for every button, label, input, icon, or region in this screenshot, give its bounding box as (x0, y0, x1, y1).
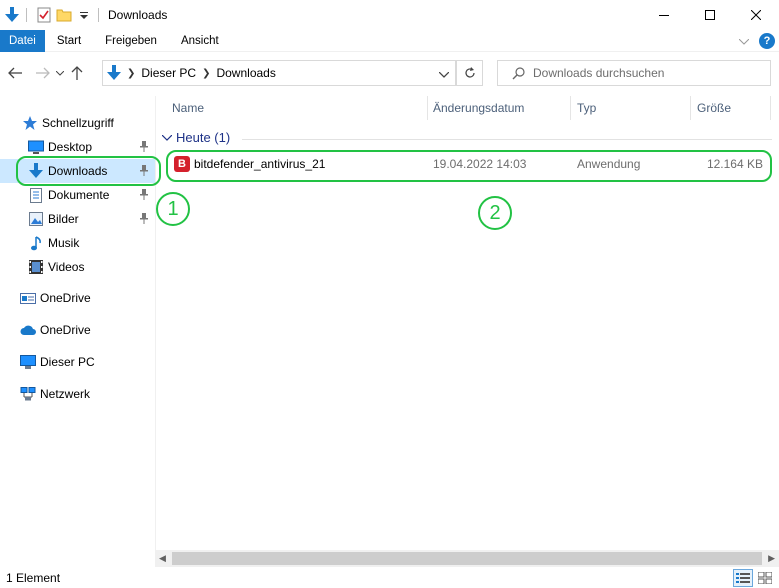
address-dropdown-icon[interactable] (438, 67, 450, 81)
sidebar-item-onedrive-1[interactable]: OneDrive (0, 286, 155, 310)
minimize-icon (659, 15, 669, 16)
status-bar: 1 Element (0, 568, 779, 588)
sidebar-item-musik[interactable]: Musik (0, 231, 155, 255)
item-count: 1 Element (6, 571, 61, 585)
back-button[interactable] (4, 62, 26, 84)
recent-locations-button[interactable] (54, 62, 66, 84)
pin-icon[interactable] (139, 140, 149, 155)
tab-start[interactable]: Start (45, 30, 93, 52)
scrollbar-thumb[interactable] (172, 552, 762, 565)
up-arrow-icon (71, 66, 83, 80)
desktop-icon (28, 139, 44, 155)
music-icon (28, 235, 44, 251)
breadcrumb-dieser-pc[interactable]: Dieser PC (141, 66, 196, 80)
maximize-icon (705, 10, 715, 20)
minimize-button[interactable] (641, 0, 687, 30)
sidebar-item-bilder[interactable]: Bilder (0, 207, 155, 231)
column-header-size[interactable]: Größe (697, 96, 731, 120)
close-button[interactable] (733, 0, 779, 30)
sidebar-item-videos[interactable]: Videos (0, 255, 155, 279)
search-placeholder: Downloads durchsuchen (533, 66, 665, 80)
details-view-button[interactable] (733, 569, 753, 587)
quick-access-toolbar: Downloads (0, 0, 167, 30)
properties-icon[interactable] (36, 7, 52, 23)
network-icon (20, 386, 36, 402)
expand-ribbon-icon[interactable] (738, 34, 750, 48)
sidebar-item-netzwerk[interactable]: Netzwerk (0, 382, 155, 406)
forward-arrow-icon (36, 67, 50, 79)
group-label: Heute (1) (176, 130, 231, 145)
forward-button[interactable] (32, 62, 54, 84)
sidebar-item-dokumente[interactable]: Dokumente (0, 183, 155, 207)
refresh-icon (464, 67, 475, 78)
pin-icon[interactable] (139, 188, 149, 203)
document-icon (28, 187, 44, 203)
onedrive-folder-icon (20, 290, 36, 306)
details-view-icon (736, 573, 750, 583)
horizontal-scrollbar[interactable]: ◀ ▶ (155, 550, 779, 567)
download-arrow-icon (4, 7, 20, 23)
tab-datei[interactable]: Datei (0, 29, 45, 52)
tab-ansicht[interactable]: Ansicht (169, 30, 231, 52)
maximize-button[interactable] (687, 0, 733, 30)
tab-freigeben[interactable]: Freigeben (93, 30, 169, 52)
column-header-type[interactable]: Typ (577, 96, 596, 120)
chevron-right-icon[interactable]: ❯ (202, 68, 210, 79)
video-icon (28, 259, 44, 275)
scroll-left-icon[interactable]: ◀ (159, 553, 166, 564)
large-icons-view-icon (758, 572, 772, 584)
chevron-down-icon (56, 70, 64, 76)
refresh-button[interactable] (456, 60, 483, 86)
annotation-highlight-file (166, 150, 772, 182)
sidebar-item-schnellzugriff[interactable]: Schnellzugriff (0, 111, 155, 135)
star-icon (22, 115, 38, 131)
column-header-name[interactable]: Name (172, 96, 204, 120)
address-bar[interactable]: ❯ Dieser PC ❯ Downloads (102, 60, 456, 86)
help-icon[interactable]: ? (759, 33, 775, 49)
chevron-down-icon (162, 134, 172, 141)
chevron-right-icon[interactable]: ❯ (127, 68, 135, 79)
column-header-date[interactable]: Änderungsdatum (433, 96, 524, 120)
scroll-right-icon[interactable]: ▶ (768, 553, 775, 564)
ribbon-tabs: Datei Start Freigeben Ansicht ? (0, 29, 779, 52)
close-icon (751, 10, 761, 20)
group-header[interactable]: Heute (1) (162, 130, 772, 145)
sidebar-item-onedrive-2[interactable]: OneDrive (0, 318, 155, 342)
annotation-number-2: 2 (478, 196, 512, 230)
annotation-highlight-downloads (16, 156, 161, 186)
onedrive-cloud-icon (20, 322, 36, 338)
annotation-number-1: 1 (156, 192, 190, 226)
large-icons-view-button[interactable] (755, 569, 775, 587)
pictures-icon (28, 211, 44, 227)
up-button[interactable] (66, 62, 88, 84)
search-icon (512, 66, 525, 80)
sidebar-item-dieser-pc[interactable]: Dieser PC (0, 350, 155, 374)
search-input[interactable]: Downloads durchsuchen (497, 60, 771, 86)
downloads-folder-icon (107, 65, 121, 81)
computer-icon (20, 354, 36, 370)
new-folder-icon[interactable] (56, 7, 72, 23)
back-arrow-icon (8, 67, 22, 79)
window-title: Downloads (108, 8, 168, 22)
title-bar: Downloads (0, 0, 779, 30)
pin-icon[interactable] (139, 212, 149, 227)
navigation-bar: ❯ Dieser PC ❯ Downloads Downloads durchs… (0, 56, 779, 90)
customize-dropdown-icon[interactable] (76, 7, 92, 23)
breadcrumb-downloads[interactable]: Downloads (216, 66, 275, 80)
